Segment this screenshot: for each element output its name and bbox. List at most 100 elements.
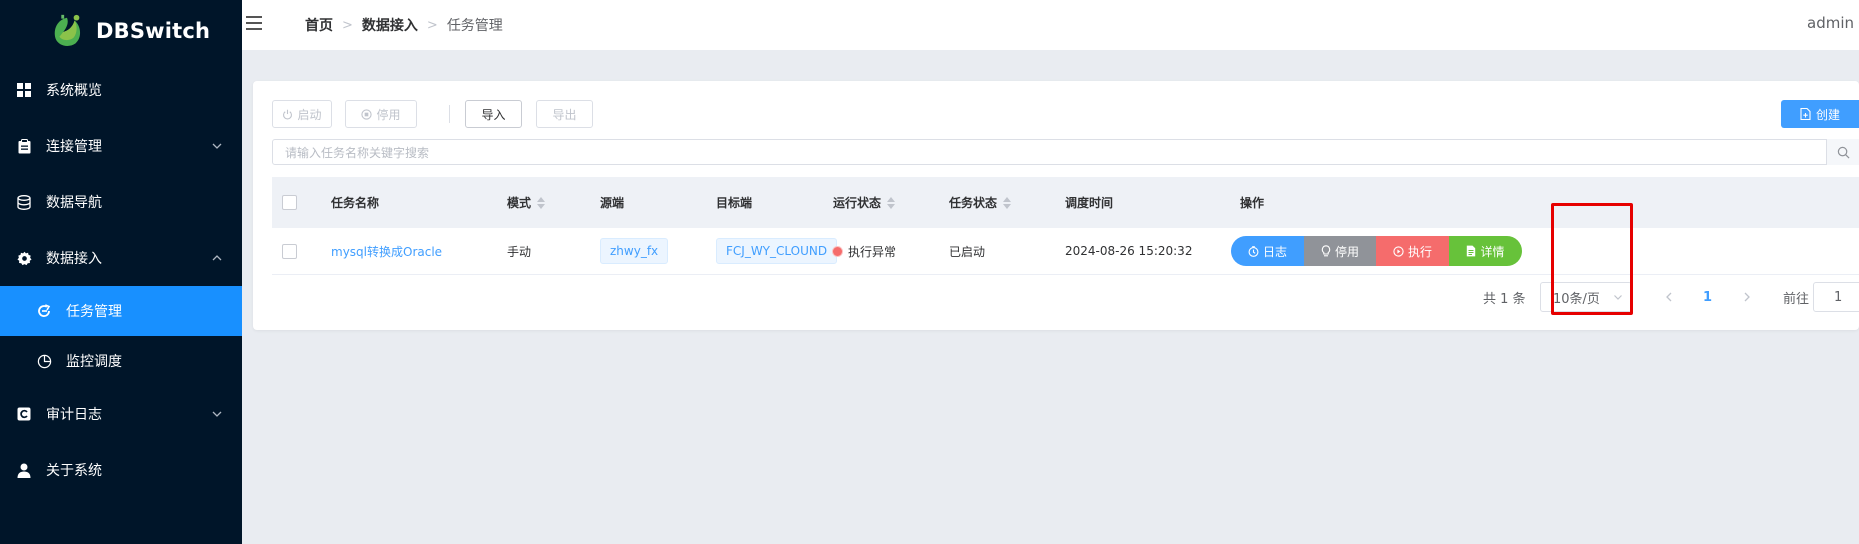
username: admin (1807, 14, 1854, 32)
chevron-up-icon (212, 255, 222, 261)
row-actions: 日志 停用 执行 详情 (1231, 236, 1522, 266)
detail-button[interactable]: 详情 (1449, 236, 1522, 266)
start-button-label: 启动 (297, 107, 322, 122)
chevron-down-icon (212, 411, 222, 417)
source-tag: zhwy_fx (600, 238, 669, 264)
column-header-task-status[interactable]: 任务状态 (949, 177, 1012, 228)
logo-icon (54, 14, 81, 46)
goto-label: 前往 (1783, 291, 1810, 307)
clock-icon (1248, 245, 1259, 257)
sidebar-item-about[interactable]: 关于系统 (0, 442, 242, 498)
sidebar-item-monitor[interactable]: 监控调度 (0, 336, 242, 386)
dashboard-icon (16, 82, 32, 98)
breadcrumb-current: 任务管理 (446, 18, 503, 34)
play-circle-icon (1393, 245, 1404, 257)
goto-page-input[interactable]: 1 (1813, 282, 1859, 312)
stop-button[interactable]: 停用 (345, 100, 417, 128)
clipboard-icon (16, 138, 32, 154)
breadcrumb-data-access[interactable]: 数据接入 (362, 15, 418, 35)
sidebar-item-task-management[interactable]: 任务管理 (0, 286, 242, 336)
sort-icon[interactable] (1003, 196, 1012, 209)
sidebar-item-label: 监控调度 (66, 354, 122, 370)
search-icon (1837, 146, 1849, 158)
search-bar (272, 139, 1859, 166)
import-button[interactable]: 导入 (465, 100, 522, 128)
page-number-current[interactable]: 1 (1703, 282, 1712, 312)
power-icon (283, 109, 293, 119)
create-button[interactable]: 创建 (1781, 100, 1859, 128)
task-status: 已启动 (949, 244, 986, 259)
create-button-label: 创建 (1815, 107, 1840, 122)
sidebar-item-label: 审计日志 (46, 407, 102, 423)
sidebar-item-connections[interactable]: 连接管理 (0, 118, 242, 174)
next-page-button[interactable] (1743, 282, 1751, 312)
select-all-checkbox[interactable] (282, 195, 297, 210)
chevron-right-icon: > (426, 17, 438, 33)
row-checkbox[interactable] (282, 243, 297, 259)
chevron-right-icon: > (342, 17, 353, 33)
column-header-name: 任务名称 (331, 196, 380, 210)
chevron-down-icon (1614, 295, 1622, 300)
column-header-source: 源端 (600, 196, 625, 210)
sort-icon[interactable] (887, 196, 896, 209)
task-list-card: 启动 停用 导入 导出 创建 任务名称 模式 源端 目标端 运行状态 (253, 81, 1859, 330)
sidebar-item-data-nav[interactable]: 数据导航 (0, 174, 242, 230)
column-header-target: 目标端 (716, 196, 753, 210)
table-header: 任务名称 模式 源端 目标端 运行状态 任务状态 调度时间 操作 (272, 177, 1859, 228)
start-button[interactable]: 启动 (272, 100, 332, 128)
stop-button-label: 停用 (376, 107, 401, 122)
sidebar: DBSwitch 系统概览 连接管理 数据导航 数据接入 任务管理 监控调度 审… (0, 0, 242, 544)
column-header-run-status[interactable]: 运行状态 (833, 177, 896, 228)
stop-task-button-label: 停用 (1334, 244, 1359, 259)
sidebar-item-label: 任务管理 (66, 304, 122, 320)
table-row: mysql转换成Oracle 手动 zhwy_fx FCJ_WY_CLOUND … (272, 228, 1859, 275)
target-tag: FCJ_WY_CLOUND (716, 238, 838, 264)
export-button[interactable]: 导出 (536, 100, 593, 128)
toolbar-divider (449, 105, 450, 123)
stop-task-button[interactable]: 停用 (1304, 236, 1376, 266)
column-header-label: 模式 (507, 196, 532, 210)
sidebar-item-label: 关于系统 (46, 463, 102, 479)
user-icon (16, 462, 32, 478)
logo: DBSwitch (0, 0, 242, 62)
document-icon (1467, 245, 1476, 257)
run-status-label: 执行异常 (848, 244, 897, 259)
breadcrumb-home[interactable]: 首页 (305, 15, 333, 35)
database-icon (16, 194, 32, 210)
export-button-label: 导出 (552, 107, 577, 122)
top-header: 首页 > 数据接入 > 任务管理 admin ▾ (242, 0, 1859, 50)
run-task-button[interactable]: 执行 (1376, 236, 1449, 266)
log-button-label: 日志 (1262, 244, 1287, 259)
sidebar-item-label: 系统概览 (46, 83, 102, 99)
search-input[interactable] (273, 140, 1787, 166)
log-button[interactable]: 日志 (1231, 236, 1304, 266)
app-title: DBSwitch (96, 19, 211, 43)
user-menu[interactable]: admin ▾ (1807, 14, 1859, 32)
stop-circle-icon (361, 108, 373, 120)
sidebar-item-label: 数据导航 (46, 195, 102, 211)
task-name-link[interactable]: mysql转换成Oracle (331, 228, 442, 274)
sort-icon[interactable] (537, 196, 546, 209)
detail-button-label: 详情 (1480, 244, 1505, 259)
sidebar-item-data-access[interactable]: 数据接入 (0, 230, 242, 286)
sidebar-item-label: 连接管理 (46, 139, 102, 155)
document-add-icon (1800, 108, 1811, 120)
pagination-total: 共 1 条 (1483, 291, 1526, 307)
menu-toggle-icon[interactable] (246, 16, 266, 32)
import-button-label: 导入 (481, 107, 506, 122)
column-header-mode[interactable]: 模式 (507, 177, 546, 228)
chevron-down-icon (212, 143, 222, 149)
sidebar-item-label: 数据接入 (46, 251, 102, 267)
gear-icon (16, 250, 32, 266)
chevron-left-icon (1666, 292, 1672, 302)
column-header-label: 任务状态 (949, 196, 998, 210)
search-button[interactable] (1826, 139, 1859, 165)
prev-page-button[interactable] (1665, 282, 1673, 312)
column-header-actions: 操作 (1240, 196, 1265, 210)
chevron-right-icon (1744, 292, 1750, 302)
sidebar-item-audit-log[interactable]: 审计日志 (0, 386, 242, 442)
page-size-select[interactable]: 10条/页 (1540, 282, 1632, 312)
sidebar-item-overview[interactable]: 系统概览 (0, 62, 242, 118)
schedule-time: 2024-08-26 15:20:32 (1065, 244, 1193, 258)
lightbulb-icon (1321, 245, 1331, 257)
